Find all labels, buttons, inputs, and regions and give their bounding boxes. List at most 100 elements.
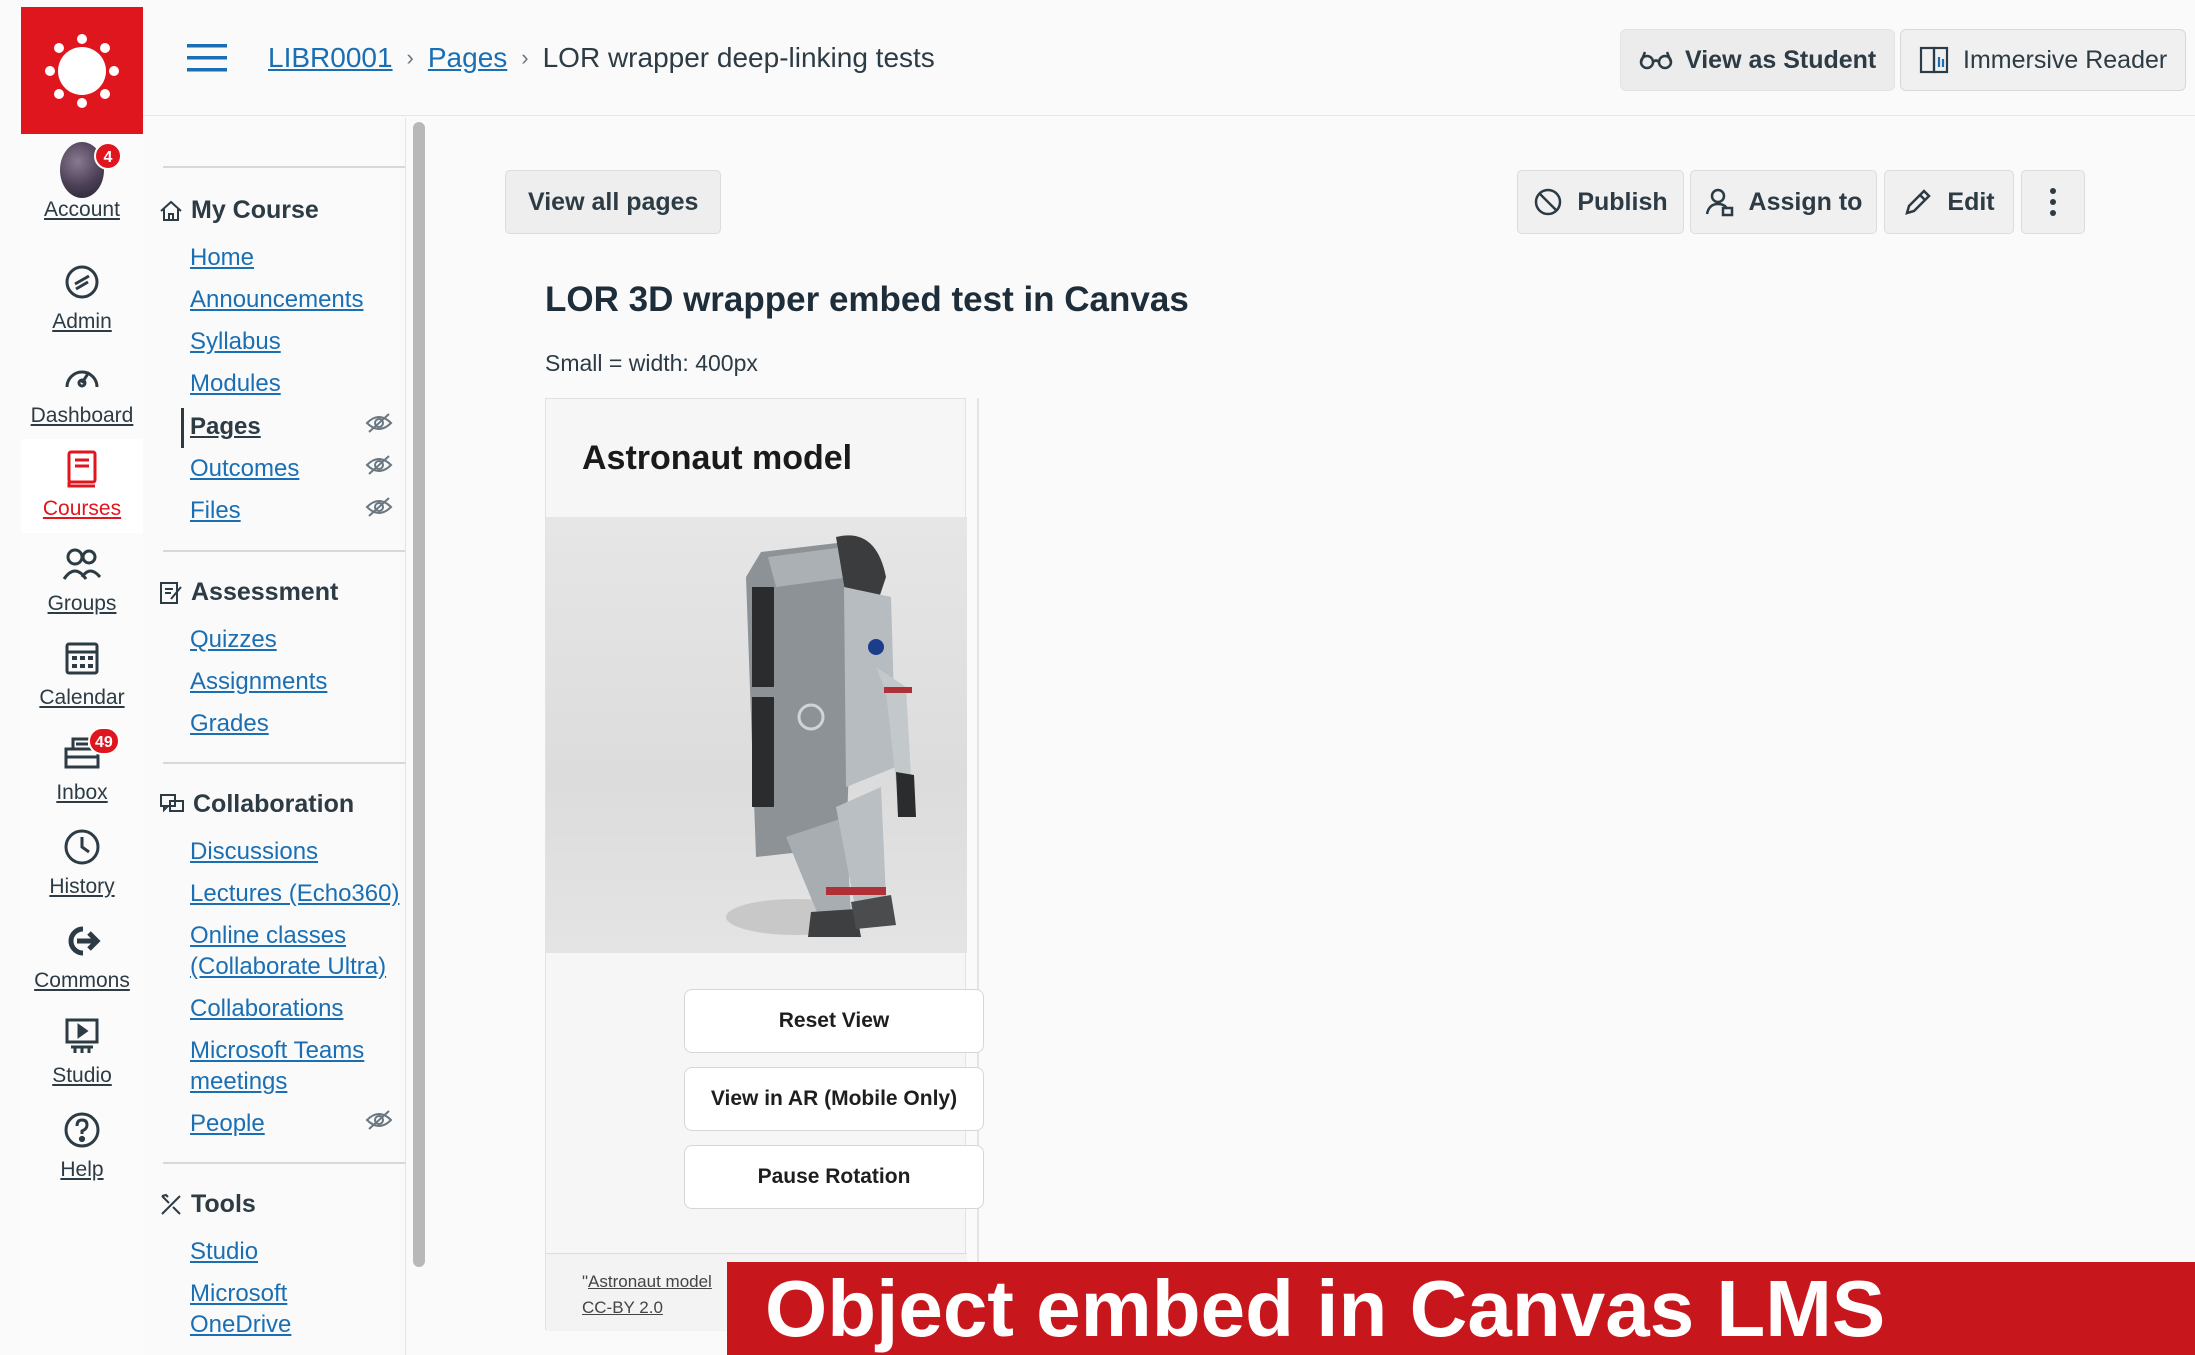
- embed-title: Astronaut model: [582, 439, 853, 477]
- inbox-badge: 49: [88, 727, 120, 755]
- eye-slash-icon: [365, 1110, 393, 1130]
- size-note: Small = width: 400px: [545, 350, 758, 376]
- nav-label: History: [49, 875, 115, 898]
- global-nav-history[interactable]: History: [21, 817, 143, 911]
- pause-rotation-button[interactable]: Pause Rotation: [684, 1145, 984, 1209]
- groups-icon: [60, 542, 104, 586]
- nav-label: Help: [60, 1158, 104, 1181]
- astronaut-model: [726, 535, 916, 937]
- nav-label: Account: [44, 198, 120, 221]
- global-nav-help[interactable]: Help: [21, 1100, 143, 1194]
- global-nav-courses[interactable]: Courses: [21, 439, 143, 533]
- 3d-model-viewport[interactable]: [546, 517, 967, 953]
- course-nav-syllabus[interactable]: Syllabus: [190, 326, 281, 357]
- page-header: LIBR0001 › Pages › LOR wrapper deep-link…: [143, 0, 2195, 116]
- section-title: Tools: [191, 1190, 256, 1218]
- section-title: Collaboration: [193, 790, 355, 818]
- section-title: Assessment: [191, 578, 339, 606]
- course-nav-divider: [163, 1162, 405, 1164]
- credit-line: "Astronaut model: [582, 1272, 712, 1292]
- course-nav-collaborations[interactable]: Collaborations: [190, 993, 343, 1024]
- credit-license-link[interactable]: CC-BY 2.0: [582, 1298, 663, 1318]
- nav-label: Inbox: [56, 781, 108, 804]
- course-nav-teams-cont[interactable]: meetings: [190, 1066, 287, 1097]
- home-icon: [160, 200, 182, 221]
- view-in-ar-button[interactable]: View in AR (Mobile Only): [684, 1067, 984, 1131]
- unpublished-icon: [1535, 188, 1562, 216]
- nav-label: Groups: [47, 592, 117, 615]
- canvas-logo-icon: [45, 33, 119, 108]
- reset-view-button[interactable]: Reset View: [684, 989, 984, 1053]
- course-nav-scrollbar-thumb[interactable]: [413, 122, 425, 1267]
- course-nav-online-classes-cont[interactable]: (Collaborate Ultra): [190, 951, 386, 982]
- course-nav-onedrive[interactable]: Microsoft: [190, 1278, 287, 1309]
- course-nav-announcements[interactable]: Announcements: [190, 284, 363, 315]
- eye-slash-icon: [365, 455, 393, 475]
- immersive-reader-label: Immersive Reader: [1963, 45, 2168, 74]
- course-nav-grades[interactable]: Grades: [190, 708, 269, 739]
- pencil-icon: [1905, 189, 1932, 215]
- course-nav-pages[interactable]: Pages: [190, 411, 261, 442]
- clock-icon: [60, 825, 104, 869]
- immersive-reader-button[interactable]: Immersive Reader: [1900, 29, 2187, 91]
- help-icon: [60, 1108, 104, 1152]
- course-nav-divider: [163, 166, 405, 168]
- course-nav: My Course Home Announcements Syllabus Mo…: [143, 118, 405, 1355]
- global-nav-account[interactable]: 4 Account: [21, 140, 143, 234]
- course-nav-files[interactable]: Files: [190, 495, 241, 526]
- inbox-icon: 49: [60, 727, 120, 775]
- breadcrumb: LIBR0001 › Pages › LOR wrapper deep-link…: [268, 42, 935, 74]
- global-nav-calendar[interactable]: Calendar: [21, 628, 143, 722]
- assign-to-label: Assign to: [1748, 187, 1863, 216]
- more-options-button[interactable]: [2021, 170, 2085, 234]
- account-badge: 4: [94, 142, 122, 170]
- edit-button[interactable]: Edit: [1884, 170, 2014, 234]
- global-nav-groups[interactable]: Groups: [21, 534, 143, 628]
- global-nav-dashboard[interactable]: Dashboard: [21, 346, 143, 440]
- course-nav-home[interactable]: Home: [190, 242, 254, 273]
- nav-label: Commons: [34, 969, 130, 992]
- nav-label: Calendar: [39, 686, 125, 709]
- view-as-student-button[interactable]: View as Student: [1620, 29, 1896, 91]
- shield-icon: [60, 260, 104, 304]
- global-nav-inbox[interactable]: 49 Inbox: [21, 723, 143, 817]
- publish-button[interactable]: Publish: [1517, 170, 1684, 234]
- breadcrumb-separator: ›: [521, 45, 529, 70]
- course-nav-divider: [163, 762, 405, 764]
- course-nav-online-classes[interactable]: Online classes: [190, 920, 346, 951]
- course-nav-divider: [163, 550, 405, 552]
- embed-card: Astronaut model Reset View View in AR (M…: [545, 398, 984, 1331]
- view-all-pages-button[interactable]: View all pages: [505, 170, 722, 234]
- course-nav-assignments[interactable]: Assignments: [190, 666, 327, 697]
- nav-label: Courses: [42, 497, 122, 520]
- nav-label: Dashboard: [30, 404, 134, 427]
- global-nav-studio[interactable]: Studio: [21, 1006, 143, 1100]
- embed-iframe: Astronaut model Reset View View in AR (M…: [545, 398, 984, 1331]
- course-nav-modules[interactable]: Modules: [190, 368, 281, 399]
- course-nav-quizzes[interactable]: Quizzes: [190, 624, 277, 655]
- section-tools: Tools: [159, 1190, 256, 1219]
- section-assessment: Assessment: [159, 578, 338, 607]
- active-indicator: [181, 408, 184, 448]
- account-icon-wrap: 4: [60, 142, 122, 198]
- course-nav-onedrive-cont[interactable]: OneDrive: [190, 1309, 291, 1340]
- calendar-icon: [60, 636, 104, 680]
- hamburger-menu-icon[interactable]: [187, 42, 227, 74]
- global-nav-commons[interactable]: Commons: [21, 911, 143, 1005]
- global-nav-admin[interactable]: Admin: [21, 252, 143, 346]
- course-nav-discussions[interactable]: Discussions: [190, 836, 318, 867]
- credit-model-link[interactable]: Astronaut model: [588, 1272, 712, 1291]
- canvas-logo[interactable]: [21, 7, 143, 134]
- breadcrumb-course[interactable]: LIBR0001: [268, 42, 393, 74]
- speedometer-icon: [60, 354, 104, 398]
- course-nav-studio[interactable]: Studio: [190, 1236, 258, 1267]
- section-collaboration: Collaboration: [159, 790, 354, 819]
- course-nav-lectures[interactable]: Lectures (Echo360): [190, 878, 399, 909]
- commons-icon: [60, 919, 104, 963]
- assign-to-button[interactable]: Assign to: [1690, 170, 1877, 234]
- course-nav-people[interactable]: People: [190, 1108, 265, 1139]
- course-nav-outcomes[interactable]: Outcomes: [190, 453, 299, 484]
- eye-slash-icon: [365, 413, 393, 433]
- course-nav-teams[interactable]: Microsoft Teams: [190, 1035, 364, 1066]
- breadcrumb-pages[interactable]: Pages: [428, 42, 507, 74]
